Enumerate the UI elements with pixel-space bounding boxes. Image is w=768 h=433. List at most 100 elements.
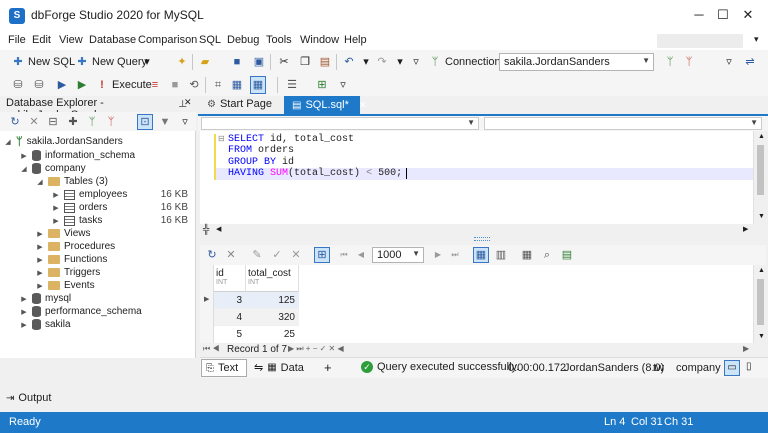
tab-start-page[interactable]: ⚙ Start Page: [207, 98, 272, 110]
format-button[interactable]: ⌗: [211, 76, 225, 94]
toolbar-overflow-button[interactable]: ▿: [722, 53, 736, 71]
cell-id[interactable]: 3: [214, 292, 246, 309]
scroll-up-icon[interactable]: ▲: [758, 133, 765, 140]
menu-sql[interactable]: SQL: [199, 34, 221, 46]
table-row[interactable]: 4 320: [200, 309, 299, 326]
tree-root[interactable]: ◢ ᛘ sakila.JordanSanders: [4, 135, 122, 148]
split-icon[interactable]: ╬: [203, 224, 209, 234]
cell-total-cost[interactable]: 320: [246, 309, 299, 326]
refresh-icon[interactable]: ↻: [205, 248, 219, 262]
copy-button[interactable]: ❐: [298, 53, 312, 71]
redo-button[interactable]: ↷: [375, 53, 389, 71]
tree-item-performance-schema[interactable]: ▶ performance_schema: [20, 305, 142, 318]
new-connection-icon[interactable]: ✚: [66, 115, 80, 129]
menu-help[interactable]: Help: [344, 34, 367, 46]
new-sql-button[interactable]: ✚ New SQL: [11, 53, 75, 71]
scroll-thumb[interactable]: [757, 145, 764, 195]
card-view-icon[interactable]: ▥: [494, 248, 508, 262]
db-add-button[interactable]: ⛁: [32, 76, 46, 94]
filter-icon[interactable]: ▼: [158, 115, 172, 129]
undo-dropdown[interactable]: ▾: [359, 53, 373, 71]
menu-edit[interactable]: Edit: [32, 34, 51, 46]
editor-vertical-scrollbar[interactable]: ▲ ▼: [753, 131, 766, 224]
menu-debug[interactable]: Debug: [227, 34, 259, 46]
tree-item-orders[interactable]: ▶ orders 16 KB: [52, 201, 192, 214]
first-page-icon[interactable]: ⏮: [337, 248, 351, 262]
refresh-icon[interactable]: ↻: [8, 115, 22, 129]
tree-item-mysql[interactable]: ▶ mysql: [20, 292, 71, 305]
tab-sql[interactable]: ▤ SQL.sql* ✕: [284, 96, 366, 114]
menu-view[interactable]: View: [59, 34, 83, 46]
tab-close-button[interactable]: ✕: [359, 100, 367, 111]
redo-dropdown[interactable]: ▾: [393, 53, 407, 71]
properties-icon[interactable]: ⊟: [46, 115, 60, 129]
cell-id[interactable]: 5: [214, 326, 246, 343]
cell-id[interactable]: 4: [214, 309, 246, 326]
menu-comparison[interactable]: Comparison: [138, 34, 197, 46]
disconnect-icon[interactable]: ᛘ: [104, 115, 118, 129]
new-item-button[interactable]: ✦: [175, 53, 189, 71]
tree-item-events[interactable]: ▶ Events: [36, 279, 94, 292]
cancel-icon[interactable]: ✕: [224, 248, 238, 262]
next-page-icon[interactable]: ▶: [431, 248, 445, 262]
connection-select[interactable]: sakila.JordanSanders ▼: [499, 53, 654, 71]
pagination-icon[interactable]: ⊞: [314, 247, 330, 263]
save-button[interactable]: ■: [230, 53, 244, 71]
tree-item-employees[interactable]: ▶ employees 16 KB: [52, 188, 192, 201]
menu-database[interactable]: Database: [89, 34, 136, 46]
toolbar2-options-button[interactable]: ▿: [336, 76, 350, 94]
undo-button[interactable]: ↶: [342, 53, 356, 71]
grid-view-icon[interactable]: ▦: [473, 247, 489, 263]
editor-horizontal-scrollbar[interactable]: ╬ ◀ ▶: [200, 224, 766, 236]
disconnect-button[interactable]: ᛘ: [682, 53, 696, 71]
toolbar-options-button[interactable]: ▿: [409, 53, 423, 71]
execute-current-button[interactable]: ≡: [148, 76, 162, 94]
export-icon[interactable]: ▤: [560, 248, 574, 262]
fold-icon[interactable]: ⊟: [218, 134, 225, 143]
revert-icon[interactable]: ✕: [289, 248, 303, 262]
scroll-thumb[interactable]: [757, 279, 764, 325]
menu-window[interactable]: Window: [300, 34, 339, 46]
tree-item-functions[interactable]: ▶ Functions: [36, 253, 107, 266]
member-select[interactable]: ▼: [484, 117, 762, 130]
grid-toggle-button[interactable]: ▦: [250, 76, 266, 94]
column-header-total-cost[interactable]: total_cost INT: [246, 265, 299, 292]
edit-icon[interactable]: ✎: [250, 248, 264, 262]
column-header-id[interactable]: id INT: [214, 265, 246, 292]
grid-vertical-scrollbar[interactable]: ▲ ▼: [753, 265, 766, 343]
cell-total-cost[interactable]: 25: [246, 326, 299, 343]
db-button[interactable]: ⛁: [11, 76, 25, 94]
tree-item-tables[interactable]: ◢ Tables (3): [36, 175, 108, 188]
sql-editor[interactable]: ⊟ SELECT id, total_cost FROM orders GROU…: [200, 131, 753, 224]
splitter-grip[interactable]: [474, 237, 490, 241]
columns-icon[interactable]: ▦: [520, 248, 534, 262]
explorer-close-button[interactable]: ✕: [184, 97, 192, 108]
tab-text[interactable]: ⎘ Text: [201, 359, 247, 377]
menu-tools[interactable]: Tools: [266, 34, 292, 46]
refresh-button[interactable]: ⟲: [187, 76, 201, 94]
search-icon[interactable]: ⌕: [540, 248, 554, 262]
close-button[interactable]: ✕: [725, 0, 768, 30]
layout-bottom-icon[interactable]: ▭: [724, 360, 740, 376]
group-icon[interactable]: ⊡: [137, 114, 153, 130]
record-nav-controls-icon[interactable]: ▶ ⏭ + − ✓ ✕ ◀: [288, 344, 344, 354]
connect-button[interactable]: ᛘ: [663, 53, 677, 71]
add-tab-button[interactable]: +: [324, 360, 332, 375]
scroll-right-icon[interactable]: ▶: [743, 344, 749, 353]
menu-file[interactable]: File: [8, 34, 26, 46]
tree-item-views[interactable]: ▶ Views: [36, 227, 90, 240]
paste-button[interactable]: ▤: [318, 53, 332, 71]
table-row[interactable]: 5 25: [200, 326, 299, 343]
open-button[interactable]: ▰: [198, 53, 212, 71]
scroll-right-icon[interactable]: ▶: [743, 225, 748, 233]
results-grid[interactable]: id INT total_cost INT ▶ 3 125 4 320 5 25: [200, 265, 753, 343]
menu-overflow-icon[interactable]: ▾: [754, 34, 759, 45]
run-button[interactable]: ▶: [75, 76, 89, 94]
new-dropdown-button[interactable]: ▾: [140, 53, 154, 71]
cut-button[interactable]: ✂: [277, 53, 291, 71]
insert-button[interactable]: ⊞: [315, 76, 329, 94]
stop-button[interactable]: ■: [168, 76, 182, 94]
layout-right-icon[interactable]: ▯: [746, 361, 752, 372]
explorer-options-icon[interactable]: ▿: [178, 115, 192, 129]
step-button[interactable]: ▶: [55, 76, 69, 94]
